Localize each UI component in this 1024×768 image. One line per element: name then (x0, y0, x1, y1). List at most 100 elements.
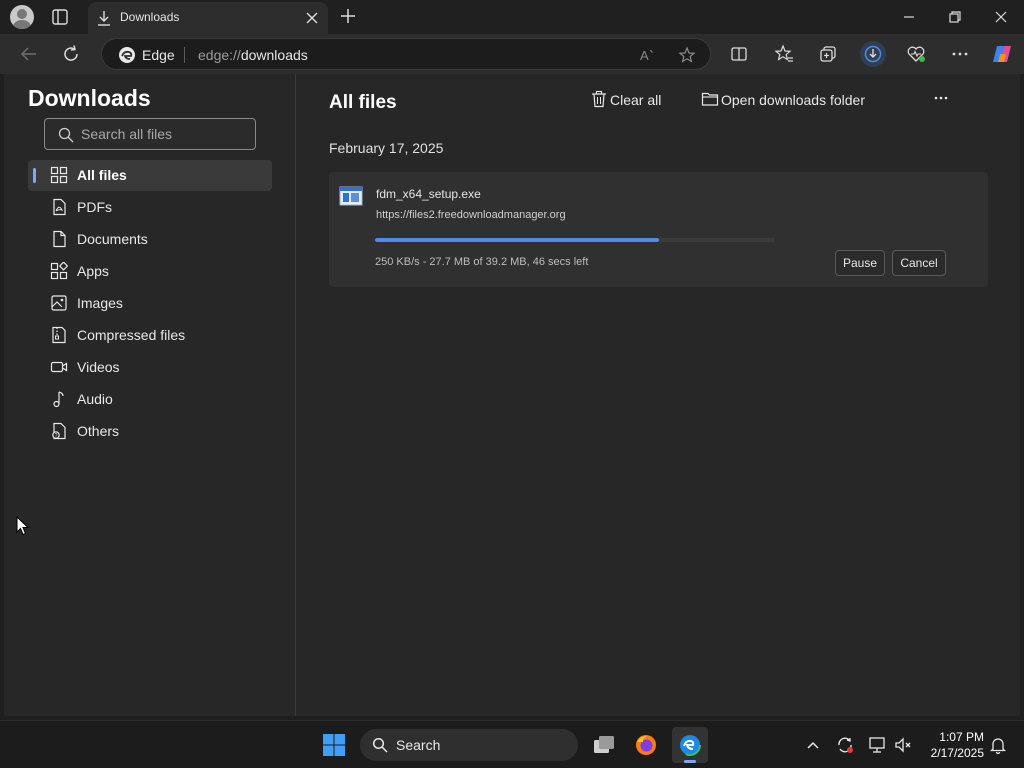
sync-icon[interactable] (835, 735, 855, 755)
section-title: All files (329, 92, 397, 113)
show-hidden-icons-chevron-icon[interactable] (803, 735, 823, 755)
split-screen-icon[interactable] (729, 44, 749, 64)
profile-avatar[interactable] (10, 5, 34, 29)
sidebar-item-label: All files (77, 167, 127, 183)
sidebar-item-others[interactable]: ? Others (28, 416, 272, 447)
sidebar-item-pdfs[interactable]: PDFs (28, 192, 272, 223)
exe-file-icon (339, 186, 363, 206)
downloads-button[interactable] (860, 41, 886, 67)
sidebar-item-documents[interactable]: Documents (28, 224, 272, 255)
document-icon (53, 230, 66, 248)
progress-fill (375, 238, 659, 242)
sidebar-item-label: Compressed files (77, 327, 186, 343)
edge-logo-icon (119, 47, 135, 63)
music-icon (53, 391, 64, 408)
favorite-star-icon[interactable] (678, 46, 696, 64)
sidebar-item-images[interactable]: Images (28, 288, 272, 319)
search-box[interactable] (44, 118, 256, 150)
svg-text:A: A (640, 48, 649, 63)
active-app-indicator (684, 760, 696, 763)
video-icon (50, 361, 68, 373)
network-icon[interactable] (867, 735, 887, 755)
collections-icon[interactable] (818, 44, 838, 64)
sidebar: Downloads All files (4, 74, 296, 716)
refresh-icon[interactable] (60, 43, 82, 65)
svg-text:?: ? (55, 433, 58, 439)
clock-time: 1:07 PM (939, 730, 984, 744)
url-scheme: edge:// (198, 47, 241, 63)
clear-all-button[interactable]: Clear all (590, 90, 672, 112)
address-bar[interactable]: Edge edge://downloads A (101, 38, 711, 70)
minimize-icon[interactable] (896, 4, 922, 30)
notification-bell-icon[interactable] (988, 735, 1008, 755)
sidebar-item-all-files[interactable]: All files (28, 160, 272, 191)
new-tab-icon[interactable] (338, 6, 358, 26)
tab-downloads[interactable]: Downloads (88, 2, 328, 34)
clear-all-label: Clear all (610, 92, 662, 108)
browser-essentials-icon[interactable] (906, 44, 926, 64)
sidebar-item-label: Videos (77, 359, 120, 375)
cancel-button[interactable]: Cancel (892, 250, 946, 276)
main-panel: All files Clear all Open downloads folde… (297, 74, 1020, 716)
download-item[interactable]: fdm_x64_setup.exe https://files2.freedow… (329, 172, 988, 287)
task-view-button[interactable] (586, 727, 622, 763)
title-bar: Downloads (0, 0, 1024, 34)
sidebar-item-compressed-files[interactable]: Compressed files (28, 320, 272, 351)
open-folder-label: Open downloads folder (721, 92, 865, 108)
edge-taskbar-button[interactable] (672, 727, 708, 763)
tab-title: Downloads (120, 10, 180, 24)
task-view-icon (594, 736, 614, 753)
taskbar-search[interactable]: Search (360, 729, 578, 761)
firefox-icon (636, 735, 656, 755)
grid-icon (50, 166, 68, 184)
pause-button[interactable]: Pause (835, 250, 885, 276)
folder-icon (701, 92, 719, 106)
file-name-link[interactable]: fdm_x64_setup.exe (376, 187, 481, 201)
other-file-icon: ? (52, 422, 66, 440)
sidebar-item-apps[interactable]: Apps (28, 256, 272, 287)
restore-icon[interactable] (942, 4, 968, 30)
sidebar-item-label: Others (77, 423, 120, 439)
sidebar-item-audio[interactable]: Audio (28, 384, 272, 415)
download-progress-icon (864, 45, 882, 63)
open-downloads-folder-button[interactable]: Open downloads folder (701, 90, 881, 112)
more-actions-icon[interactable] (933, 90, 949, 106)
source-url[interactable]: https://files2.freedownloadmanager.org (376, 209, 566, 221)
more-options-icon[interactable] (950, 44, 970, 64)
taskbar: Search 1:07 PM 2/17/2025 (0, 720, 1024, 768)
trash-icon (592, 90, 606, 108)
active-indicator (33, 168, 36, 183)
edge-icon (679, 734, 701, 756)
windows-start-icon[interactable] (322, 733, 346, 757)
sidebar-item-label: Images (77, 295, 123, 311)
divider (184, 47, 185, 63)
close-window-icon[interactable] (988, 4, 1014, 30)
download-icon (98, 11, 110, 26)
search-input[interactable] (81, 124, 249, 144)
firefox-taskbar-button[interactable] (628, 727, 664, 763)
pdf-icon (53, 198, 66, 216)
download-progress-bar (375, 238, 775, 242)
copilot-icon[interactable] (991, 43, 1013, 65)
taskbar-search-label: Search (396, 737, 441, 753)
page-title: Downloads (28, 85, 151, 111)
url-path: downloads (240, 47, 308, 63)
search-icon (372, 737, 388, 753)
sidebar-item-label: PDFs (77, 199, 112, 215)
edge-window: Downloads Edge edge://downloads A Downlo… (0, 0, 1024, 768)
url-text[interactable]: edge://downloads (198, 47, 308, 63)
search-icon (58, 127, 74, 143)
close-tab-icon[interactable] (304, 10, 320, 26)
navigation-bar: Edge edge://downloads A (0, 34, 1024, 74)
download-status: 250 KB/s - 27.7 MB of 39.2 MB, 46 secs l… (375, 256, 589, 268)
sidebar-item-videos[interactable]: Videos (28, 352, 272, 383)
clock-date: 2/17/2025 (930, 746, 984, 760)
archive-icon (52, 326, 66, 344)
back-icon[interactable] (18, 43, 40, 65)
favorites-icon[interactable] (774, 44, 794, 64)
apps-icon (50, 262, 68, 280)
system-clock[interactable]: 1:07 PM 2/17/2025 (920, 729, 984, 761)
volume-muted-icon[interactable] (893, 735, 913, 755)
read-aloud-icon[interactable]: A (638, 46, 656, 64)
tab-actions-icon[interactable] (50, 7, 70, 27)
